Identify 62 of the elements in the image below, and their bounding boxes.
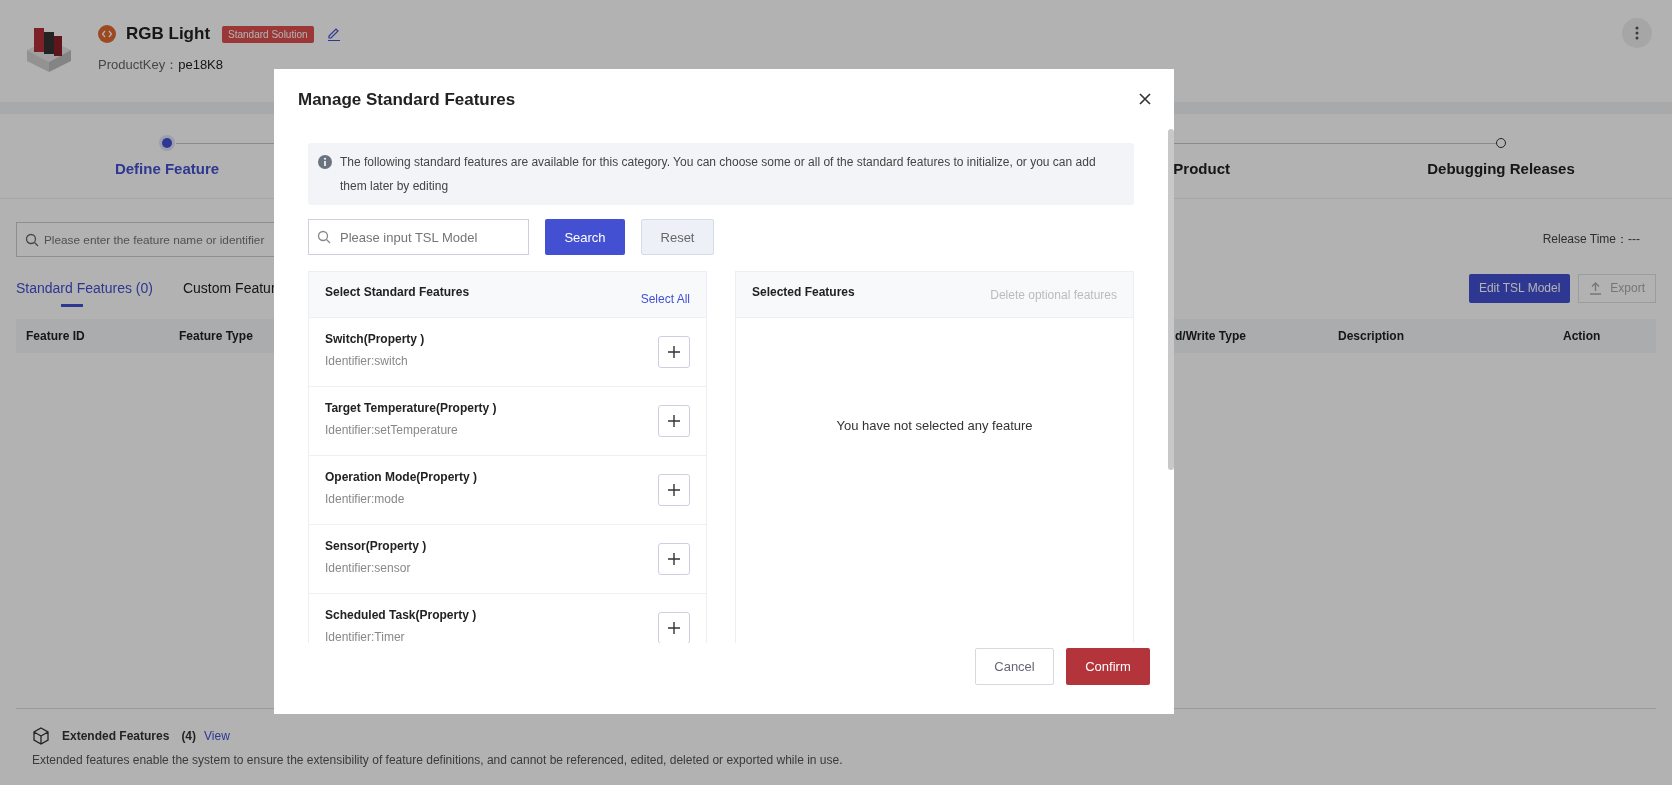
add-button[interactable] (658, 336, 690, 368)
column-header: Feature Type (179, 329, 253, 343)
feature-name: Switch(Property ) (325, 332, 425, 346)
search-button[interactable]: Search (545, 219, 625, 255)
release-time: Release Time：--- (1542, 231, 1640, 248)
add-button[interactable] (658, 474, 690, 506)
column-header: Description (1338, 329, 1404, 343)
solution-badge: Standard Solution (222, 25, 314, 43)
add-button[interactable] (658, 543, 690, 575)
feature-name: Operation Mode(Property ) (325, 470, 477, 484)
tsl-search-field[interactable]: Please input TSL Model (308, 219, 529, 255)
add-button[interactable] (658, 612, 690, 643)
extended-count: (4) (181, 729, 197, 743)
view-link[interactable]: View (204, 729, 230, 743)
empty-message: You have not selected any feature (835, 418, 1034, 433)
plus-icon (668, 622, 680, 634)
add-button[interactable] (658, 405, 690, 437)
step-label[interactable]: Debugging Releases (1427, 160, 1575, 177)
feature-name: Scheduled Task(Property ) (325, 608, 477, 622)
column-header: Feature ID (26, 329, 85, 343)
feature-identifier: Identifier:switch (325, 354, 409, 368)
plus-icon (668, 415, 680, 427)
step-dot (162, 138, 172, 148)
step-dot (1496, 138, 1506, 148)
extended-features-title: Extended Features (62, 729, 170, 743)
scrollbar[interactable] (1168, 129, 1174, 470)
confirm-button[interactable]: Confirm (1066, 648, 1150, 685)
features-tab[interactable]: Standard Features (0) (16, 269, 153, 307)
step-label[interactable]: Product (1173, 160, 1230, 177)
features-tab[interactable]: Custom Featur (182, 269, 276, 307)
panel-title: Selected Features (752, 284, 855, 299)
search-icon (25, 233, 39, 247)
feature-identifier: Identifier:setTemperature (325, 423, 459, 437)
column-header: d/Write Type (1175, 329, 1246, 343)
plus-icon (668, 553, 680, 565)
extended-description: Extended features enable the system to ensure the extensibility of feature definitions, and cannot be referenced, edited, deleted or exported while in use. (32, 753, 844, 767)
step-label[interactable]: Define Feature (114, 160, 220, 177)
cube-icon (32, 727, 50, 745)
panel-title: Select Standard Features (325, 284, 470, 299)
plus-icon (668, 484, 680, 496)
dialog-title: Manage Standard Features (298, 90, 516, 110)
feature-identifier: Identifier:sensor (325, 561, 412, 575)
select-all-link[interactable]: Select All (640, 291, 690, 306)
code-icon (98, 25, 116, 43)
product-title: RGB Light (126, 24, 211, 44)
feature-identifier: Identifier:mode (325, 492, 406, 506)
column-header: Action (1563, 329, 1601, 343)
feature-name: Target Temperature(Property ) (325, 401, 497, 415)
notice-text: The following standard features are available for this category. You can choose some or all of the standard features to initialize, or you can add them later by editing (340, 154, 1097, 195)
close-icon (1138, 92, 1152, 106)
more-icon (1635, 26, 1639, 40)
info-icon (318, 155, 332, 169)
edit-tsl-button[interactable]: Edit TSL Model (1468, 273, 1571, 303)
feature-name: Sensor(Property ) (325, 539, 427, 553)
product-key: ProductKey：pe18K8 (98, 57, 224, 72)
search-icon (317, 230, 331, 244)
cancel-button[interactable]: Cancel (975, 648, 1054, 685)
upload-icon (1589, 281, 1603, 295)
edit-icon[interactable] (325, 26, 342, 42)
plus-icon (668, 346, 680, 358)
feature-identifier: Identifier:Timer (325, 630, 406, 643)
reset-button[interactable]: Reset (641, 219, 714, 255)
